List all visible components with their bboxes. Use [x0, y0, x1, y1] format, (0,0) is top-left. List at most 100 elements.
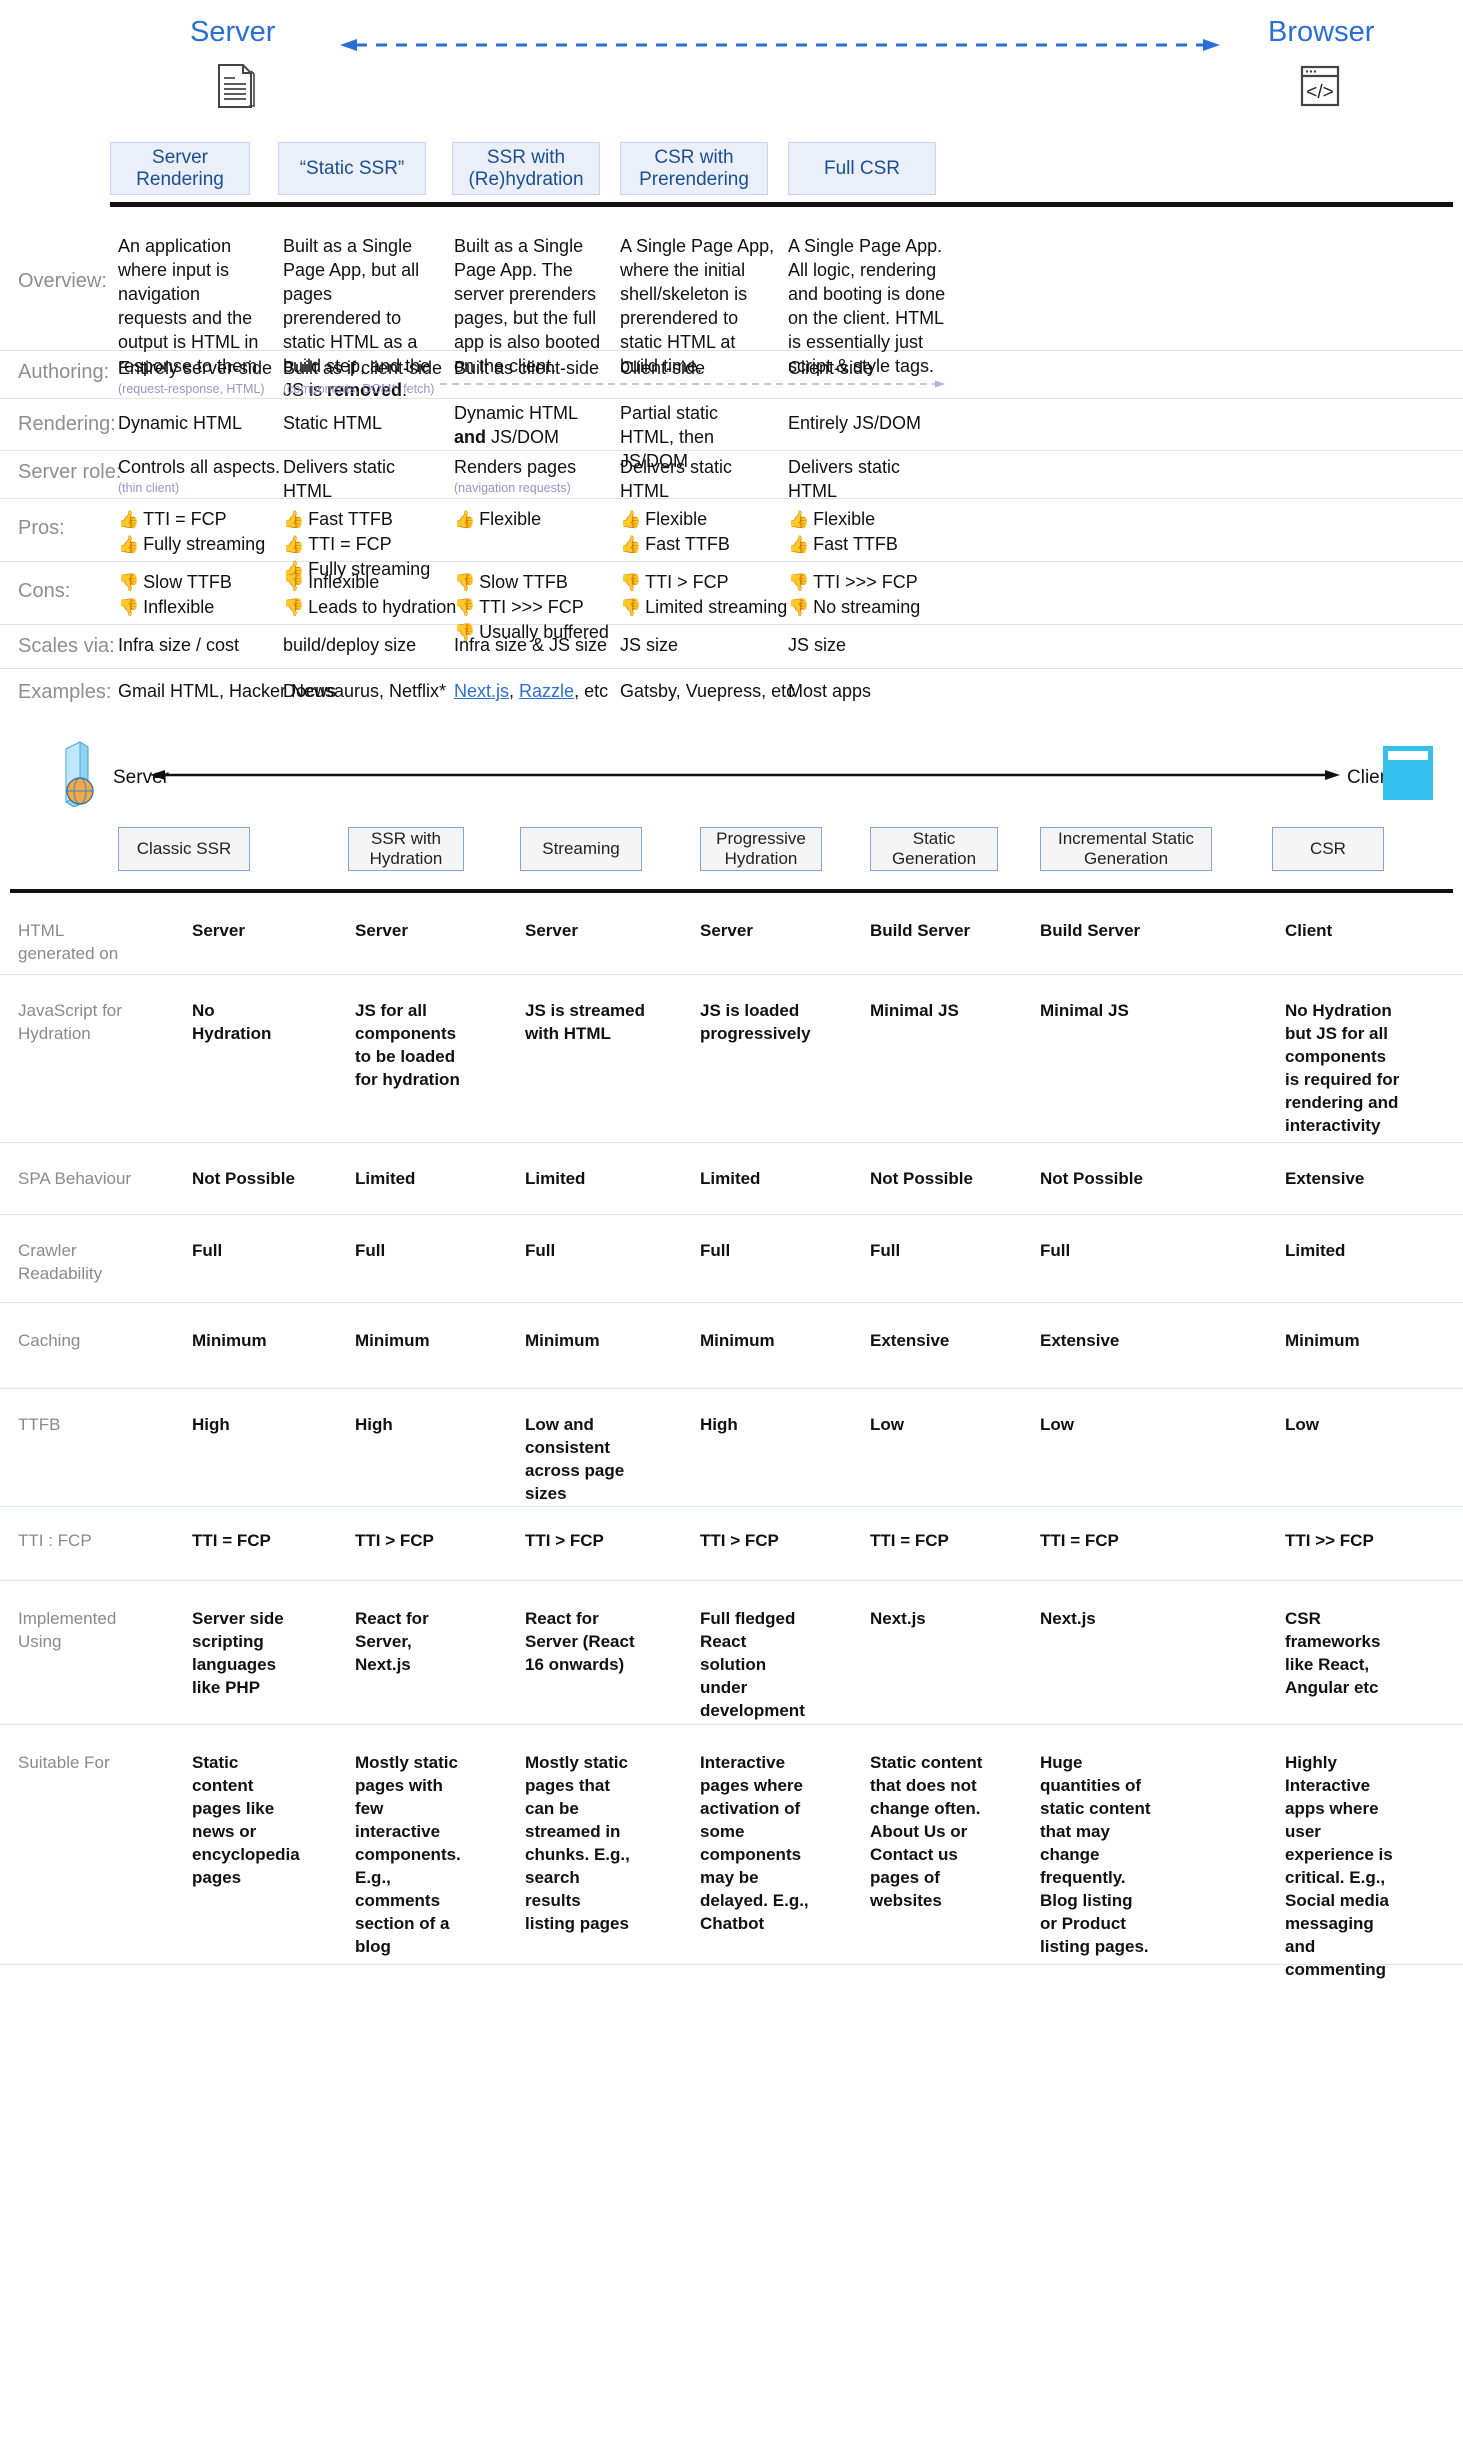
cell-text: Built as if client-side: [283, 358, 443, 378]
cell-crawler-2: Full: [525, 1241, 556, 1260]
cell-suitable-4: Static content that does not change ofte…: [870, 1753, 983, 1910]
column-chip-server-rendering[interactable]: Server Rendering: [110, 142, 250, 195]
thumbs-down-icon: 👎: [118, 573, 140, 592]
cell-caching-4: Extensive: [870, 1331, 950, 1350]
pros-bullet: 👍 Fully streaming: [118, 532, 288, 557]
thumbs-down-icon: 👎: [620, 573, 642, 592]
thumbs-up-icon: 👍: [283, 535, 305, 554]
header-browser-label: Browser: [1268, 16, 1375, 48]
cons-bullet: 👎 TTI > FCP: [620, 570, 785, 595]
thumbs-up-icon: 👍: [620, 510, 642, 529]
row-label-javascript-for-hydration: JavaScript for Hydration: [18, 1001, 122, 1043]
cell-pros-3: 👍 Flexible 👍 Fast TTFB: [620, 507, 780, 557]
document-icon: [218, 64, 255, 108]
cell-html-gen-4: Build Server: [870, 921, 971, 940]
column-chip-classic-ssr[interactable]: Classic SSR: [118, 827, 250, 871]
cell-html-gen-5: Build Server: [1040, 921, 1141, 940]
bullet-text: TTI >>> FCP: [813, 572, 918, 592]
cell-js-hydration-1: JS for all components to be loaded for h…: [355, 1001, 460, 1089]
cell-html-gen-6: Client: [1285, 921, 1333, 940]
chip-label: Full CSR: [823, 157, 900, 179]
top-table-column-headers: Server Rendering “Static SSR” SSR with (…: [0, 142, 1463, 202]
cell-tti-5: TTI = FCP: [1040, 1531, 1119, 1550]
cell-caching-0: Minimum: [192, 1331, 267, 1350]
chip-label: CSR with Prerendering: [639, 146, 749, 190]
cell-subtext: (navigation requests): [454, 481, 571, 495]
cons-bullet: 👎 Inflexible: [118, 595, 288, 620]
top-table: Overview: An application where input is …: [0, 218, 1463, 717]
column-chip-streaming[interactable]: Streaming: [520, 827, 642, 871]
cell-js-hydration-6: No Hydration but JS for all components i…: [1285, 1001, 1400, 1135]
cell-text: Renders pages: [454, 457, 577, 477]
cell-cons-3: 👎 TTI > FCP 👎 Limited streaming: [620, 570, 787, 620]
column-chip-ssr-rehydration[interactable]: SSR with (Re)hydration: [452, 142, 600, 195]
cons-bullet: 👎 Limited streaming: [620, 595, 787, 620]
cell-impl-2: React for Server (React 16 onwards): [525, 1609, 635, 1674]
thumbs-up-icon: 👍: [788, 510, 810, 529]
table-row-spa-behaviour: SPA Behaviour Not Possible Limited Limit…: [0, 1143, 1463, 1215]
chip-label: Streaming: [542, 839, 620, 858]
column-chip-full-csr[interactable]: Full CSR: [788, 142, 936, 195]
bullet-text: Fast TTFB: [308, 509, 393, 529]
cell-suitable-1: Mostly static pages with few interactive…: [355, 1753, 461, 1956]
cell-authoring-2: Built as client-side: [454, 358, 600, 378]
cons-bullet: 👎 Slow TTFB: [454, 570, 619, 595]
link-nextjs[interactable]: Next.js: [454, 681, 509, 701]
table-row-caching: Caching Minimum Minimum Minimum Minimum …: [0, 1303, 1463, 1389]
row-label-cons: Cons:: [18, 580, 71, 602]
cell-js-hydration-2: JS is streamed with HTML: [525, 1001, 646, 1043]
bullet-text: TTI >>> FCP: [479, 597, 584, 617]
cell-caching-5: Extensive: [1040, 1331, 1120, 1350]
cell-spa-0: Not Possible: [192, 1169, 295, 1188]
cell-scales-2: Infra size & JS size: [454, 635, 608, 655]
column-chip-progressive-hydration[interactable]: Progressive Hydration: [700, 827, 822, 871]
thumbs-up-icon: 👍: [118, 510, 140, 529]
cell-ttfb-5: Low: [1040, 1415, 1074, 1434]
cell-cons-4: 👎 TTI >>> FCP 👎 No streaming: [788, 570, 953, 620]
bottom-table: HTML generated on Server Server Server S…: [0, 901, 1463, 1979]
cell-js-hydration-5: Minimal JS: [1040, 1001, 1129, 1020]
thumbs-up-icon: 👍: [788, 535, 810, 554]
bullet-text: Inflexible: [308, 572, 380, 592]
cell-crawler-1: Full: [355, 1241, 386, 1260]
row-label-suitable-for: Suitable For: [18, 1753, 110, 1772]
row-label-crawler-readability: Crawler Readability: [18, 1241, 103, 1283]
bullet-text: No streaming: [813, 597, 921, 617]
chip-label: CSR: [1310, 839, 1346, 858]
chip-label: SSR with (Re)hydration: [468, 146, 584, 190]
cell-impl-5: Next.js: [1040, 1609, 1096, 1628]
table-row-rendering: Rendering: Dynamic HTML Static HTML Dyna…: [0, 399, 1463, 471]
cell-html-gen-2: Server: [525, 921, 578, 940]
cell-js-hydration-0: No Hydration: [192, 1001, 272, 1043]
cell-tti-3: TTI > FCP: [700, 1531, 779, 1550]
cell-impl-1: React for Server, Next.js: [355, 1609, 429, 1674]
thumbs-down-icon: 👎: [788, 573, 810, 592]
cell-server-role-2: Renders pages (navigation requests): [454, 455, 614, 496]
column-chip-static-ssr[interactable]: “Static SSR”: [278, 142, 426, 195]
chip-label: Incremental Static Generation: [1057, 829, 1195, 868]
cell-crawler-4: Full: [870, 1241, 901, 1260]
row-label-caching: Caching: [18, 1331, 81, 1350]
rendering-strategies-comparison-page: Server Browser </> Server Rendering “Sta…: [0, 0, 1463, 2457]
column-chip-csr-prerendering[interactable]: CSR with Prerendering: [620, 142, 768, 195]
thumbs-down-icon: 👎: [454, 598, 476, 617]
row-label-html-generated-on: HTML generated on: [18, 921, 119, 963]
cell-ttfb-1: High: [355, 1415, 393, 1434]
dashed-double-arrow-icon: [340, 39, 1220, 51]
cell-rendering-4: Entirely JS/DOM: [788, 413, 922, 433]
cell-tti-0: TTI = FCP: [192, 1531, 271, 1550]
thumbs-up-icon: 👍: [283, 510, 305, 529]
column-chip-static-generation[interactable]: Static Generation: [870, 827, 998, 871]
bullet-text: Slow TTFB: [143, 572, 232, 592]
column-chip-incremental-static-generation[interactable]: Incremental Static Generation: [1040, 827, 1212, 871]
column-chip-csr[interactable]: CSR: [1272, 827, 1384, 871]
link-razzle[interactable]: Razzle: [519, 681, 574, 701]
column-chip-ssr-with-hydration[interactable]: SSR with Hydration: [348, 827, 464, 871]
cell-authoring-0: Entirely server-side (request-response, H…: [118, 356, 288, 397]
row-label-tti-fcp: TTI : FCP: [18, 1531, 92, 1550]
client-window-icon: [1383, 746, 1433, 800]
cell-rendering-1: Static HTML: [283, 413, 383, 433]
thumbs-down-icon: 👎: [454, 573, 476, 592]
server-stack-icon: [65, 741, 94, 807]
cell-crawler-3: Full: [700, 1241, 731, 1260]
